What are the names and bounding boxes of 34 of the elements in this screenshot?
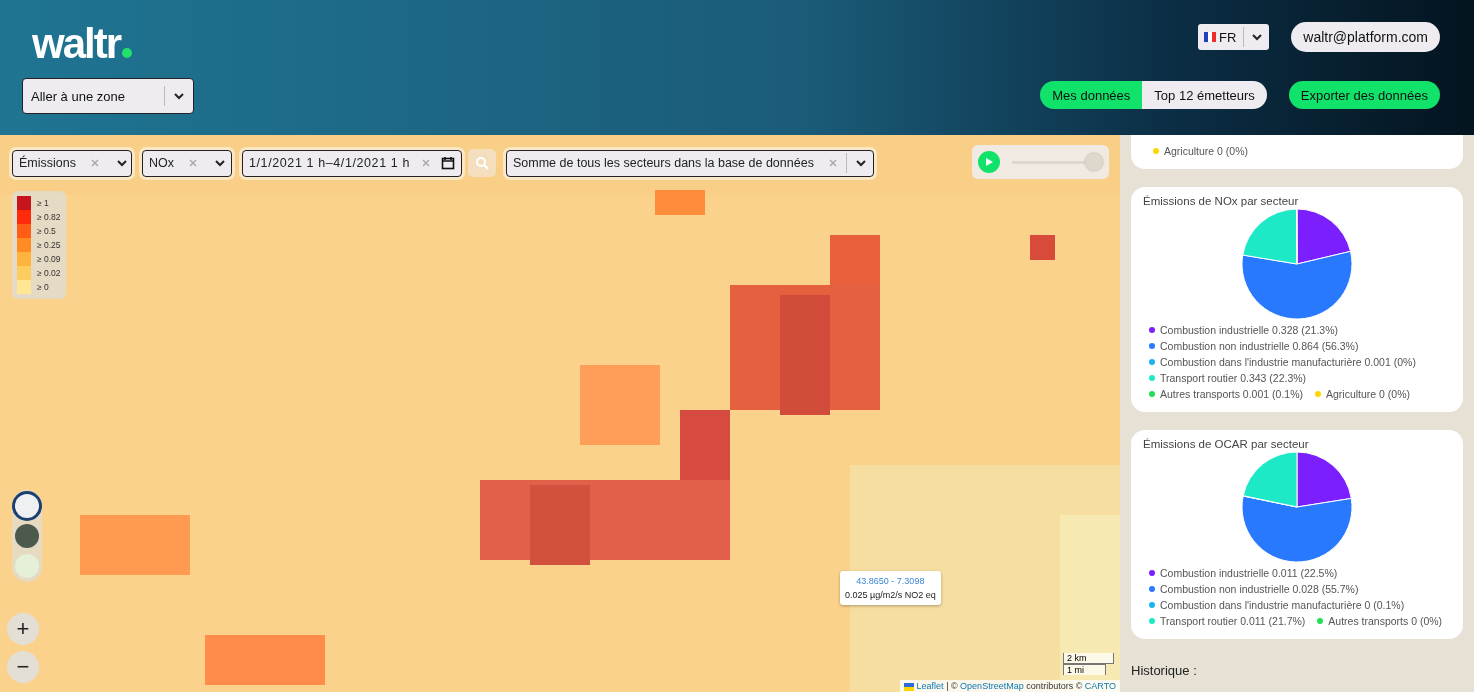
legend-label: ≥ 1 [37, 198, 49, 208]
coordinates-text: 43.8650 - 7.3098 [855, 575, 926, 588]
select-value: FR [1218, 29, 1237, 45]
legend-label: Autres transports 0.001 (0.1%) [1160, 388, 1303, 400]
legend-label: ≥ 0.09 [37, 254, 61, 264]
select-value: NOx [149, 156, 174, 170]
scale-bar: 1 mi [1063, 664, 1106, 675]
section-heading: Historique : [1131, 663, 1198, 678]
legend-label: Combustion industrielle 0.011 (22.5%) [1160, 567, 1338, 579]
card-title: Émissions de NOx par secteur [1143, 195, 1300, 207]
legend-label: ≥ 0.25 [37, 240, 61, 250]
legend-label: Transport routier 0.343 (22.3%) [1160, 372, 1307, 384]
legend-label: Combustion non industrielle 0.028 (55.7%) [1160, 583, 1359, 595]
legend-label: ≥ 0.5 [37, 226, 56, 236]
select-value: Somme de tous les secteurs dans la base de données [513, 156, 814, 170]
legend-label: Transport routier 0.011 (21.7%) [1160, 615, 1306, 627]
legend-label: Combustion dans l'industrie manufacturière 0 (0.1%) [1160, 599, 1405, 611]
legend-label: Combustion non industrielle 0.864 (56.3%) [1160, 340, 1359, 352]
field-value: 1/1/2021 1 h–4/1/2021 1 h [249, 156, 411, 170]
legend-label: Combustion industrielle 0.328 (21.3%) [1160, 324, 1338, 336]
scale-bar: 2 km [1063, 653, 1114, 664]
legend-label: Agriculture 0 (0%) [1326, 388, 1411, 400]
attribution-text: Leaflet | © OpenStreetMap contributors © CARTO [899, 680, 1120, 692]
value-text: 0.025 µg/m2/s NO2 eq [845, 589, 936, 602]
legend-label: ≥ 0 [37, 282, 49, 292]
select-value: Émissions [19, 156, 76, 170]
legend-label: Combustion dans l'industrie manufacturière 0.001 (0%) [1160, 356, 1416, 368]
legend-label: ≥ 0.02 [37, 268, 61, 278]
legend-label: ≥ 0.82 [37, 212, 61, 222]
card-title: Émissions de OCAR par secteur [1143, 438, 1310, 450]
logo-text: waltr [32, 22, 121, 66]
select-value: Aller à une zone [31, 88, 126, 104]
legend-label: Agriculture 0 (0%) [1164, 145, 1249, 157]
legend-label: Autres transports 0 (0%) [1328, 615, 1443, 627]
